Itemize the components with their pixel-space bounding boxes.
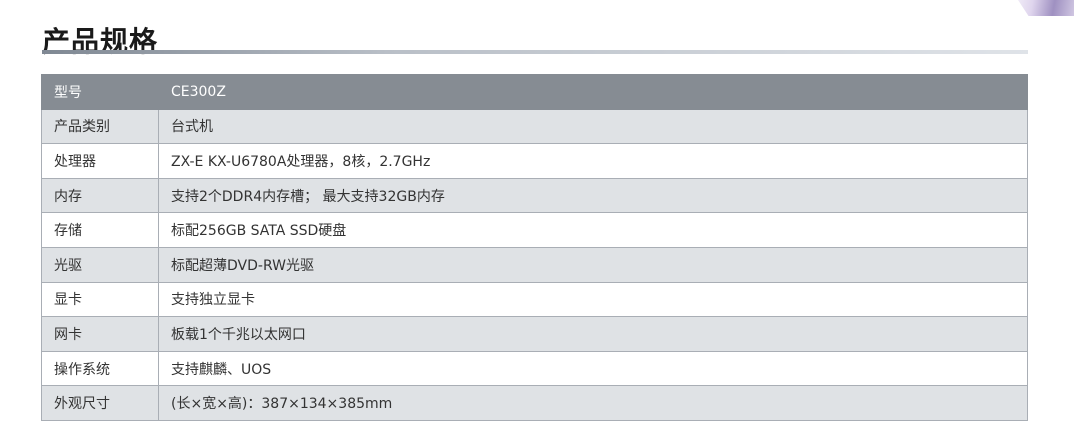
spec-label: 网卡 <box>41 316 159 352</box>
spec-row: 内存 支持2个DDR4内存槽； 最大支持32GB内存 <box>41 177 1028 214</box>
spec-label: 操作系统 <box>41 350 159 387</box>
spec-row: 显卡 支持独立显卡 <box>41 281 1028 318</box>
spec-table: 型号 CE300Z 产品类别 台式机 处理器 ZX-E KX-U6780A处理器… <box>41 74 1028 421</box>
spec-value: 支持独立显卡 <box>158 281 1028 318</box>
spec-value: (长×宽×高)：387×134×385mm <box>158 385 1028 421</box>
spec-value: ZX-E KX-U6780A处理器，8核，2.7GHz <box>158 143 1028 179</box>
spec-label: 产品类别 <box>41 108 159 145</box>
title-underline <box>42 50 1028 54</box>
page-title: 产品规格 <box>42 25 159 58</box>
spec-row: 光驱 标配超薄DVD-RW光驱 <box>41 246 1028 283</box>
corner-decoration <box>1018 0 1074 16</box>
spec-row: 操作系统 支持麒麟、UOS <box>41 350 1028 387</box>
spec-header-row: 型号 CE300Z <box>41 74 1028 110</box>
spec-value: 支持2个DDR4内存槽； 最大支持32GB内存 <box>158 177 1028 214</box>
spec-value: 台式机 <box>158 108 1028 145</box>
spec-label: 型号 <box>41 74 159 110</box>
spec-value: CE300Z <box>158 74 1028 110</box>
spec-row: 产品类别 台式机 <box>41 108 1028 145</box>
spec-label: 光驱 <box>41 246 159 283</box>
spec-value: 标配超薄DVD-RW光驱 <box>158 246 1028 283</box>
spec-label: 存储 <box>41 212 159 248</box>
spec-row: 网卡 板载1个千兆以太网口 <box>41 316 1028 352</box>
spec-value: 标配256GB SATA SSD硬盘 <box>158 212 1028 248</box>
spec-row: 存储 标配256GB SATA SSD硬盘 <box>41 212 1028 248</box>
spec-value: 支持麒麟、UOS <box>158 350 1028 387</box>
spec-label: 外观尺寸 <box>41 385 159 421</box>
spec-label: 处理器 <box>41 143 159 179</box>
spec-row: 处理器 ZX-E KX-U6780A处理器，8核，2.7GHz <box>41 143 1028 179</box>
spec-value: 板载1个千兆以太网口 <box>158 316 1028 352</box>
spec-row: 外观尺寸 (长×宽×高)：387×134×385mm <box>41 385 1028 421</box>
spec-label: 内存 <box>41 177 159 214</box>
spec-label: 显卡 <box>41 281 159 318</box>
